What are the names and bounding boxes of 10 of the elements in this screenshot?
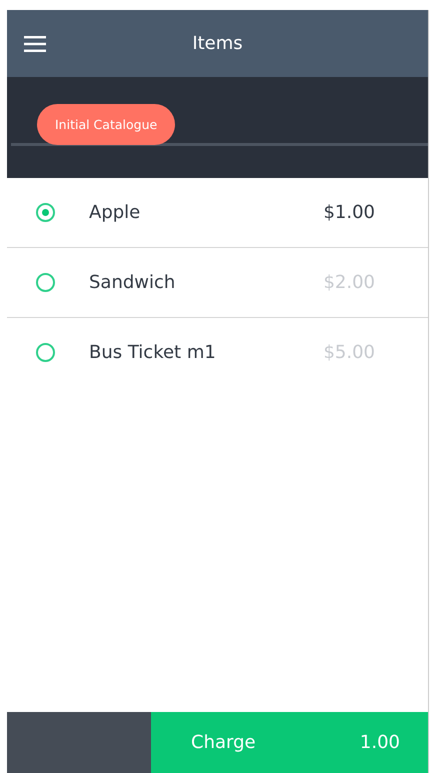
menu-icon[interactable] (24, 36, 46, 52)
item-row[interactable]: Apple $1.00 (7, 178, 428, 248)
radio-button[interactable] (36, 273, 55, 292)
item-name: Apple (89, 202, 142, 223)
radio-button[interactable] (36, 203, 55, 222)
item-name: Bus Ticket m1 (89, 342, 217, 363)
item-price: $1.00 (323, 202, 375, 223)
item-name: Sandwich (89, 272, 176, 293)
screen-title: Items (192, 33, 243, 54)
radio-button[interactable] (36, 343, 55, 362)
